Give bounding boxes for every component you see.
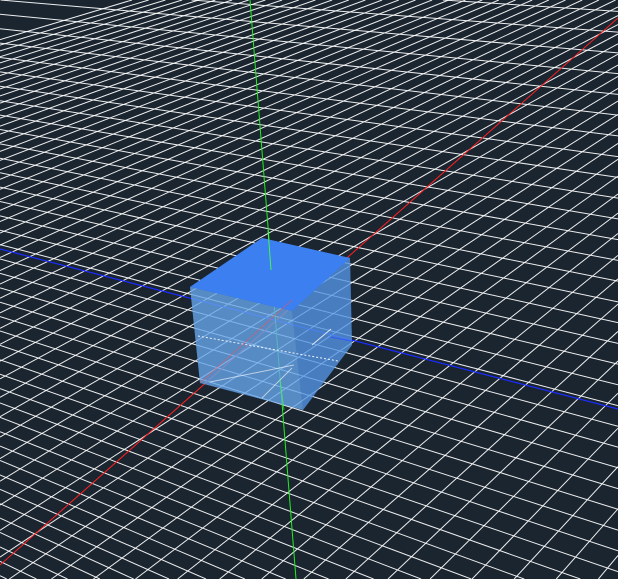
- 3d-viewport[interactable]: [0, 0, 618, 579]
- scene-canvas[interactable]: [0, 0, 618, 579]
